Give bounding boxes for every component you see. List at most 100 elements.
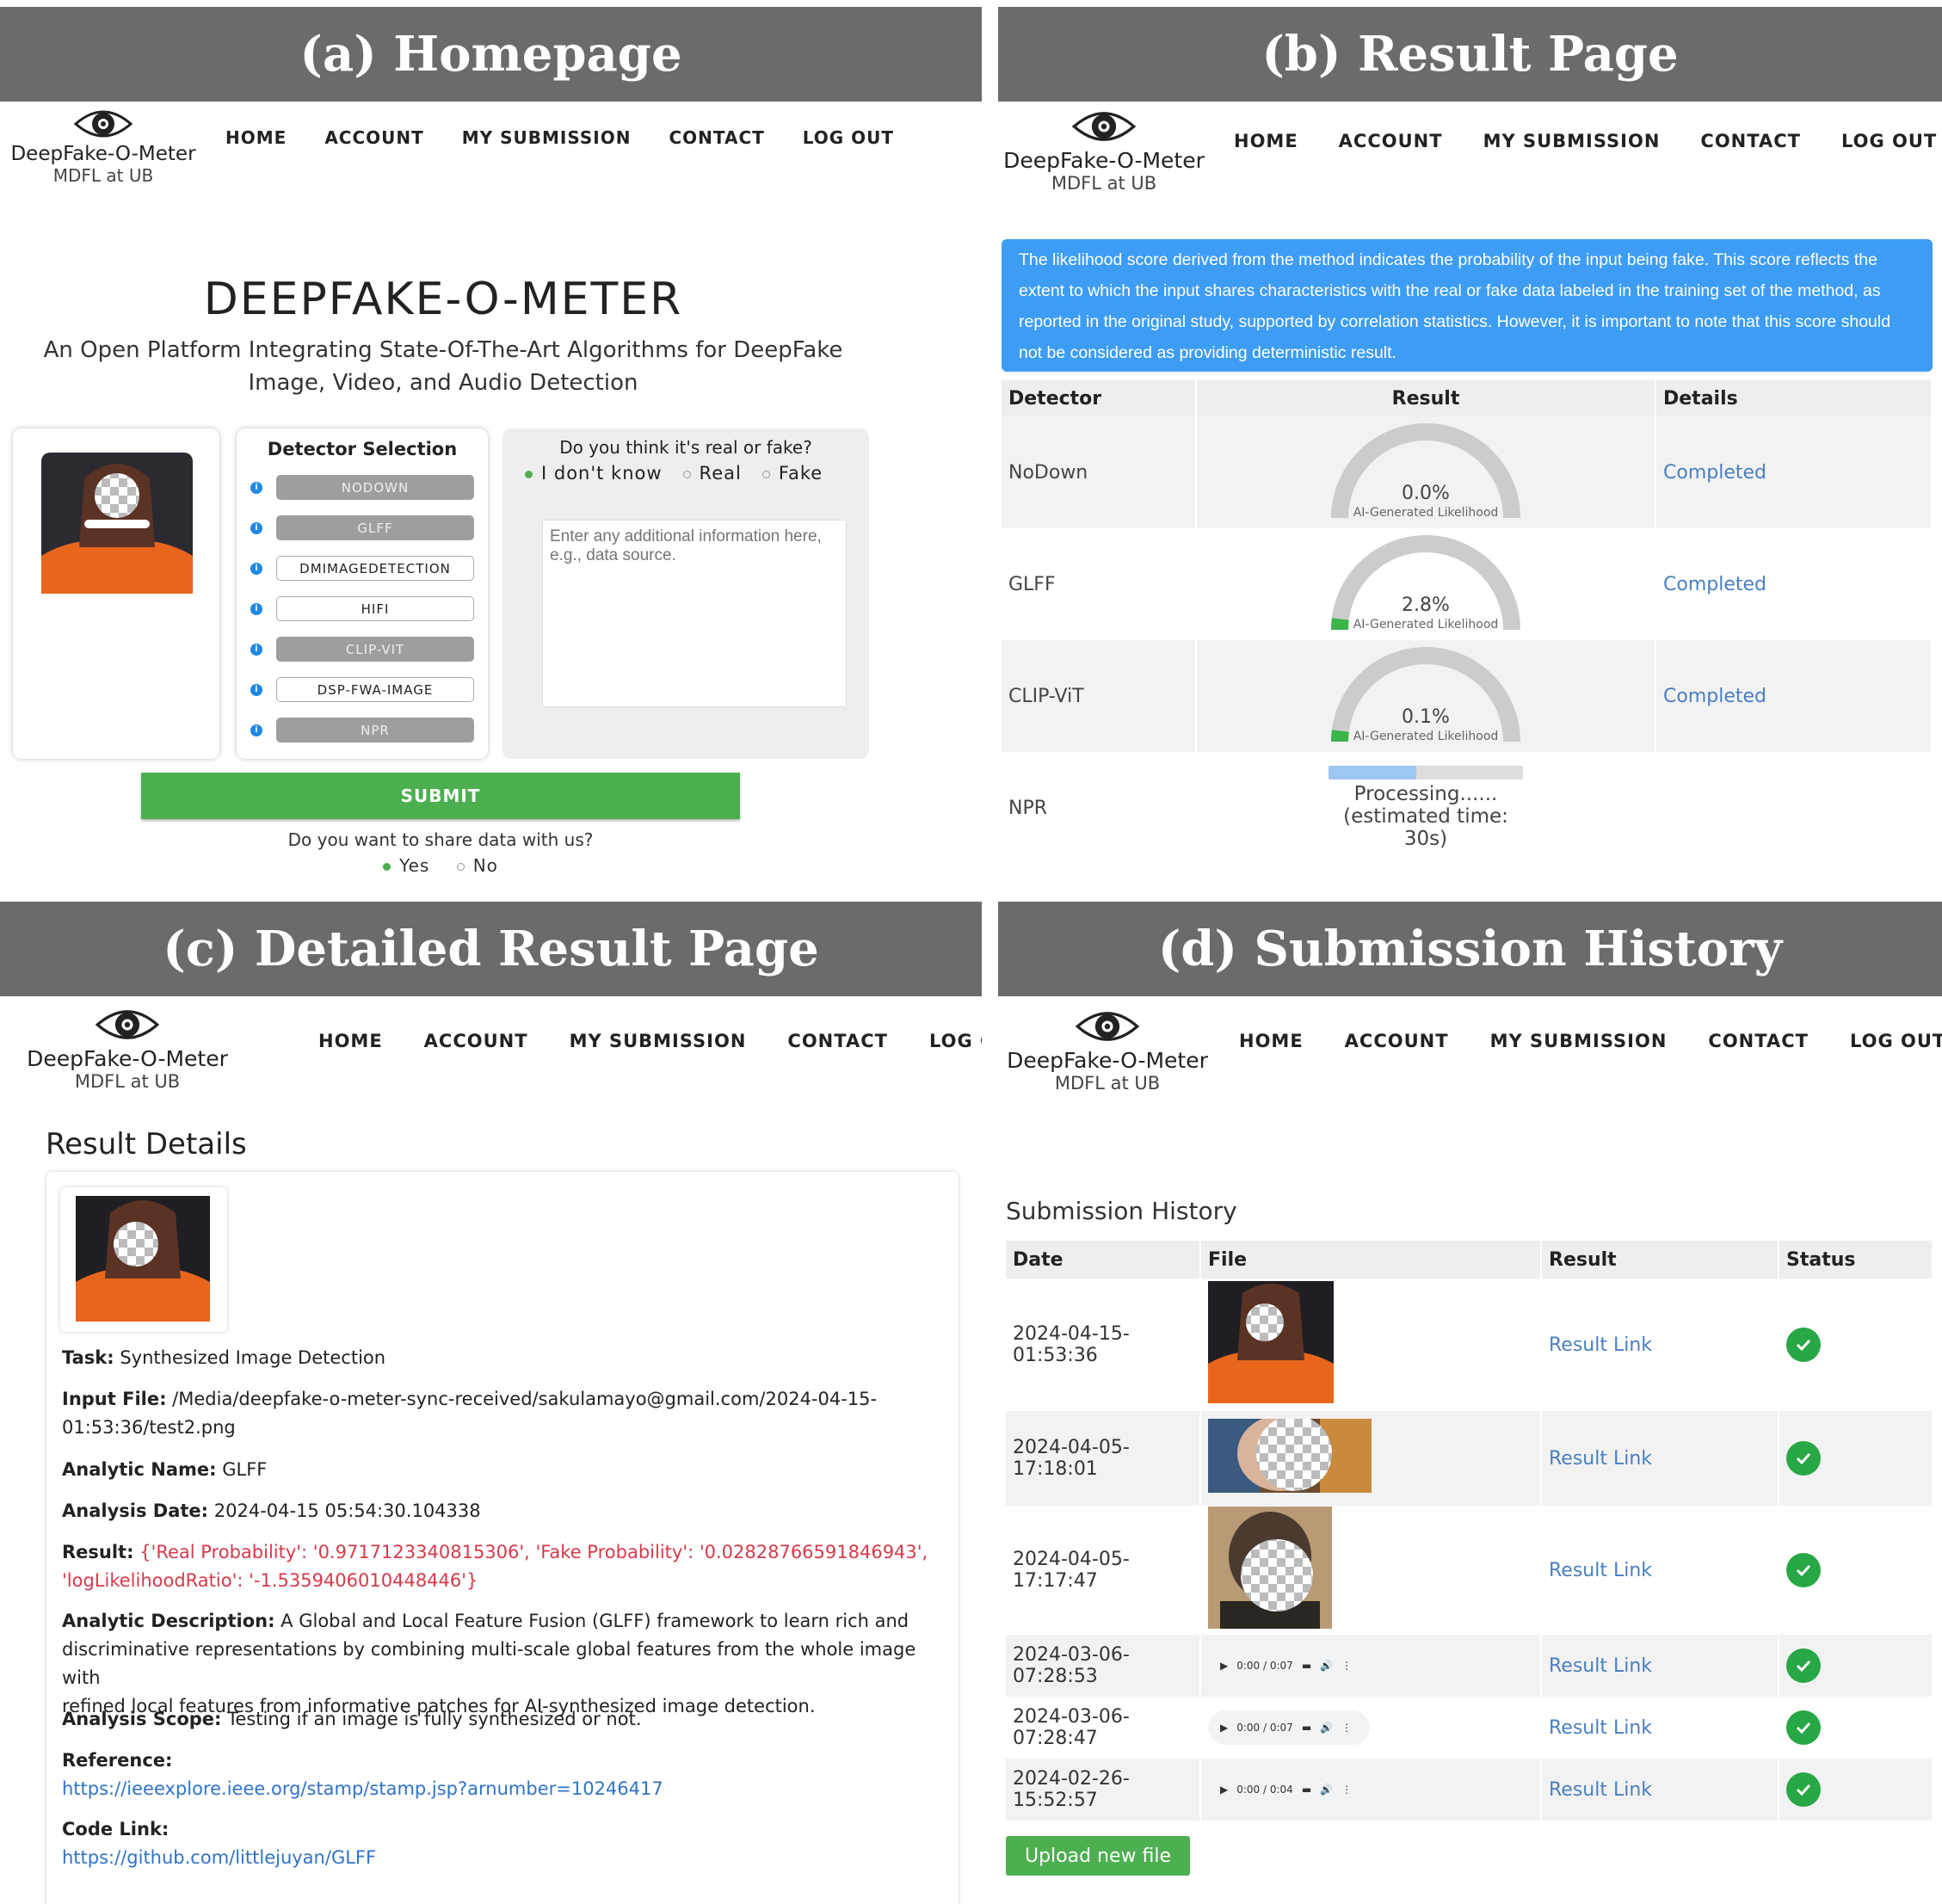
detector-option[interactable]: i HIFI <box>250 596 474 621</box>
more-options-icon[interactable]: ⋮ <box>1341 1784 1352 1796</box>
radio-option[interactable]: I don't know <box>525 463 663 484</box>
detector-toggle[interactable]: DSP-FWA-IMAGE <box>276 677 474 702</box>
eye-logo-icon <box>73 110 133 138</box>
result-link[interactable]: Result Link <box>1541 1759 1779 1821</box>
reference-link[interactable]: https://ieeexplore.ieee.org/stamp/stamp.… <box>62 1778 663 1799</box>
nav-contact[interactable]: CONTACT <box>669 127 764 148</box>
gauge-fill <box>1331 730 1349 742</box>
radio-option[interactable]: Fake <box>761 463 823 484</box>
radio-option[interactable]: No <box>456 855 498 876</box>
nav-home[interactable]: HOME <box>225 127 287 148</box>
result-link[interactable]: Result Link <box>1541 1697 1779 1759</box>
file-image-thumbnail[interactable] <box>1208 1415 1372 1493</box>
detector-option[interactable]: i NPR <box>250 718 474 742</box>
detector-toggle[interactable]: GLFF <box>276 515 474 540</box>
result-link[interactable]: Result Link <box>1541 1635 1779 1697</box>
file-image-thumbnail[interactable] <box>1208 1507 1332 1629</box>
file-cell <box>1200 1506 1542 1635</box>
result-link[interactable]: Result Link <box>1541 1411 1779 1506</box>
audio-player[interactable]: ▶ 0:00 / 0:07 ▬ 🔊 ⋮ <box>1208 1710 1370 1745</box>
radio-selected-icon[interactable] <box>525 470 533 478</box>
nav-account[interactable]: ACCOUNT <box>324 127 423 148</box>
details-link[interactable]: Completed <box>1655 640 1933 752</box>
play-icon[interactable]: ▶ <box>1220 1660 1228 1672</box>
site-logo[interactable]: DeepFake-O-Meter MDFL at UB <box>17 1003 237 1092</box>
detector-option[interactable]: i DMIMAGEDETECTION <box>250 556 474 581</box>
analysis-date-field: Analysis Date: 2024-04-15 05:54:30.10433… <box>62 1497 931 1525</box>
radio-icon[interactable] <box>456 863 465 871</box>
seek-bar[interactable]: ▬ <box>1302 1784 1311 1796</box>
radio-option[interactable]: Real <box>682 463 742 484</box>
site-logo[interactable]: DeepFake-O-Meter MDFL at UB <box>998 105 1210 194</box>
info-icon[interactable]: i <box>250 602 262 615</box>
nav-account[interactable]: ACCOUNT <box>1339 131 1443 151</box>
detector-toggle[interactable]: NODOWN <box>276 475 474 500</box>
submit-button[interactable]: SUBMIT <box>141 773 740 819</box>
nav-my-submission[interactable]: MY SUBMISSION <box>462 127 632 148</box>
info-icon[interactable]: i <box>250 724 262 736</box>
nav-my-submission[interactable]: MY SUBMISSION <box>1490 1031 1668 1051</box>
nav-contact[interactable]: CONTACT <box>1700 131 1801 151</box>
detector-option[interactable]: i CLIP-VIT <box>250 637 474 662</box>
detector-toggle[interactable]: DMIMAGEDETECTION <box>276 556 474 581</box>
file-image-thumbnail[interactable] <box>1208 1281 1334 1403</box>
field-value: Synthesized Image Detection <box>120 1347 386 1368</box>
info-icon[interactable]: i <box>250 481 262 494</box>
info-icon[interactable]: i <box>250 521 262 534</box>
volume-icon[interactable]: 🔊 <box>1320 1660 1333 1672</box>
upload-new-file-button[interactable]: Upload new file <box>1006 1836 1190 1876</box>
info-icon[interactable]: i <box>250 643 262 656</box>
audio-player[interactable]: ▶ 0:00 / 0:07 ▬ 🔊 ⋮ <box>1208 1648 1370 1683</box>
nav-logout[interactable]: LOG OUT <box>1850 1031 1942 1051</box>
field-value: A Global and Local Feature Fusion (GLFF)… <box>281 1611 909 1631</box>
code-link[interactable]: https://github.com/littlejuyan/GLFF <box>62 1847 376 1868</box>
volume-icon[interactable]: 🔊 <box>1320 1722 1333 1734</box>
nav-home[interactable]: HOME <box>318 1031 383 1051</box>
homepage-panel: (a) Homepage DeepFake-O-Meter MDFL at UB… <box>0 0 982 900</box>
seek-bar[interactable]: ▬ <box>1302 1722 1311 1734</box>
site-logo[interactable]: DeepFake-O-Meter MDFL at UB <box>998 1005 1217 1094</box>
radio-icon[interactable] <box>682 470 691 478</box>
radio-label: Yes <box>399 855 430 876</box>
detector-option[interactable]: i NODOWN <box>250 475 474 500</box>
upload-preview-card[interactable] <box>13 428 219 759</box>
detector-toggle[interactable]: HIFI <box>276 596 474 621</box>
site-logo[interactable]: DeepFake-O-Meter MDFL at UB <box>0 105 207 186</box>
detector-option[interactable]: i GLFF <box>250 515 474 540</box>
nav-my-submission[interactable]: MY SUBMISSION <box>570 1031 747 1051</box>
radio-icon[interactable] <box>761 470 770 478</box>
nav-logout[interactable]: LOG OUT <box>803 127 894 148</box>
more-options-icon[interactable]: ⋮ <box>1341 1722 1352 1734</box>
info-icon[interactable]: i <box>250 562 262 575</box>
play-icon[interactable]: ▶ <box>1220 1784 1228 1796</box>
seek-bar[interactable]: ▬ <box>1302 1660 1311 1672</box>
nav-account[interactable]: ACCOUNT <box>1345 1031 1449 1051</box>
nav-home[interactable]: HOME <box>1239 1031 1304 1051</box>
details-link[interactable]: Completed <box>1655 528 1933 640</box>
audio-player[interactable]: ▶ 0:00 / 0:04 ▬ 🔊 ⋮ <box>1208 1772 1370 1807</box>
nav-logout[interactable]: LOG OUT <box>1841 131 1937 151</box>
nav-contact[interactable]: CONTACT <box>1708 1031 1809 1051</box>
radio-option[interactable]: Yes <box>383 855 429 876</box>
detector-toggle[interactable]: CLIP-VIT <box>276 637 474 662</box>
details-link[interactable]: Completed <box>1655 416 1933 528</box>
volume-icon[interactable]: 🔊 <box>1320 1784 1333 1796</box>
radio-selected-icon[interactable] <box>383 863 391 871</box>
nav-home[interactable]: HOME <box>1234 131 1298 151</box>
field-label: Analytic Name: <box>62 1459 217 1480</box>
date-cell: 2024-02-26- 15:52:57 <box>1006 1759 1201 1821</box>
play-icon[interactable]: ▶ <box>1220 1722 1228 1734</box>
nav-contact[interactable]: CONTACT <box>787 1031 888 1051</box>
result-link[interactable]: Result Link <box>1541 1506 1779 1635</box>
nav-account[interactable]: ACCOUNT <box>424 1031 528 1051</box>
more-options-icon[interactable]: ⋮ <box>1341 1660 1352 1672</box>
nav-my-submission[interactable]: MY SUBMISSION <box>1483 131 1661 151</box>
info-icon[interactable]: i <box>250 683 262 696</box>
detector-option[interactable]: i DSP-FWA-IMAGE <box>250 677 474 702</box>
additional-info-textarea[interactable] <box>542 520 847 707</box>
detector-selection-title: Detector Selection <box>267 439 458 459</box>
table-row: 2024-04-05- 17:17:47 Result Link <box>1006 1506 1933 1635</box>
detector-toggle[interactable]: NPR <box>276 718 474 742</box>
result-link[interactable]: Result Link <box>1541 1279 1779 1411</box>
nav-logout[interactable]: LOG OUT <box>929 1031 982 1051</box>
